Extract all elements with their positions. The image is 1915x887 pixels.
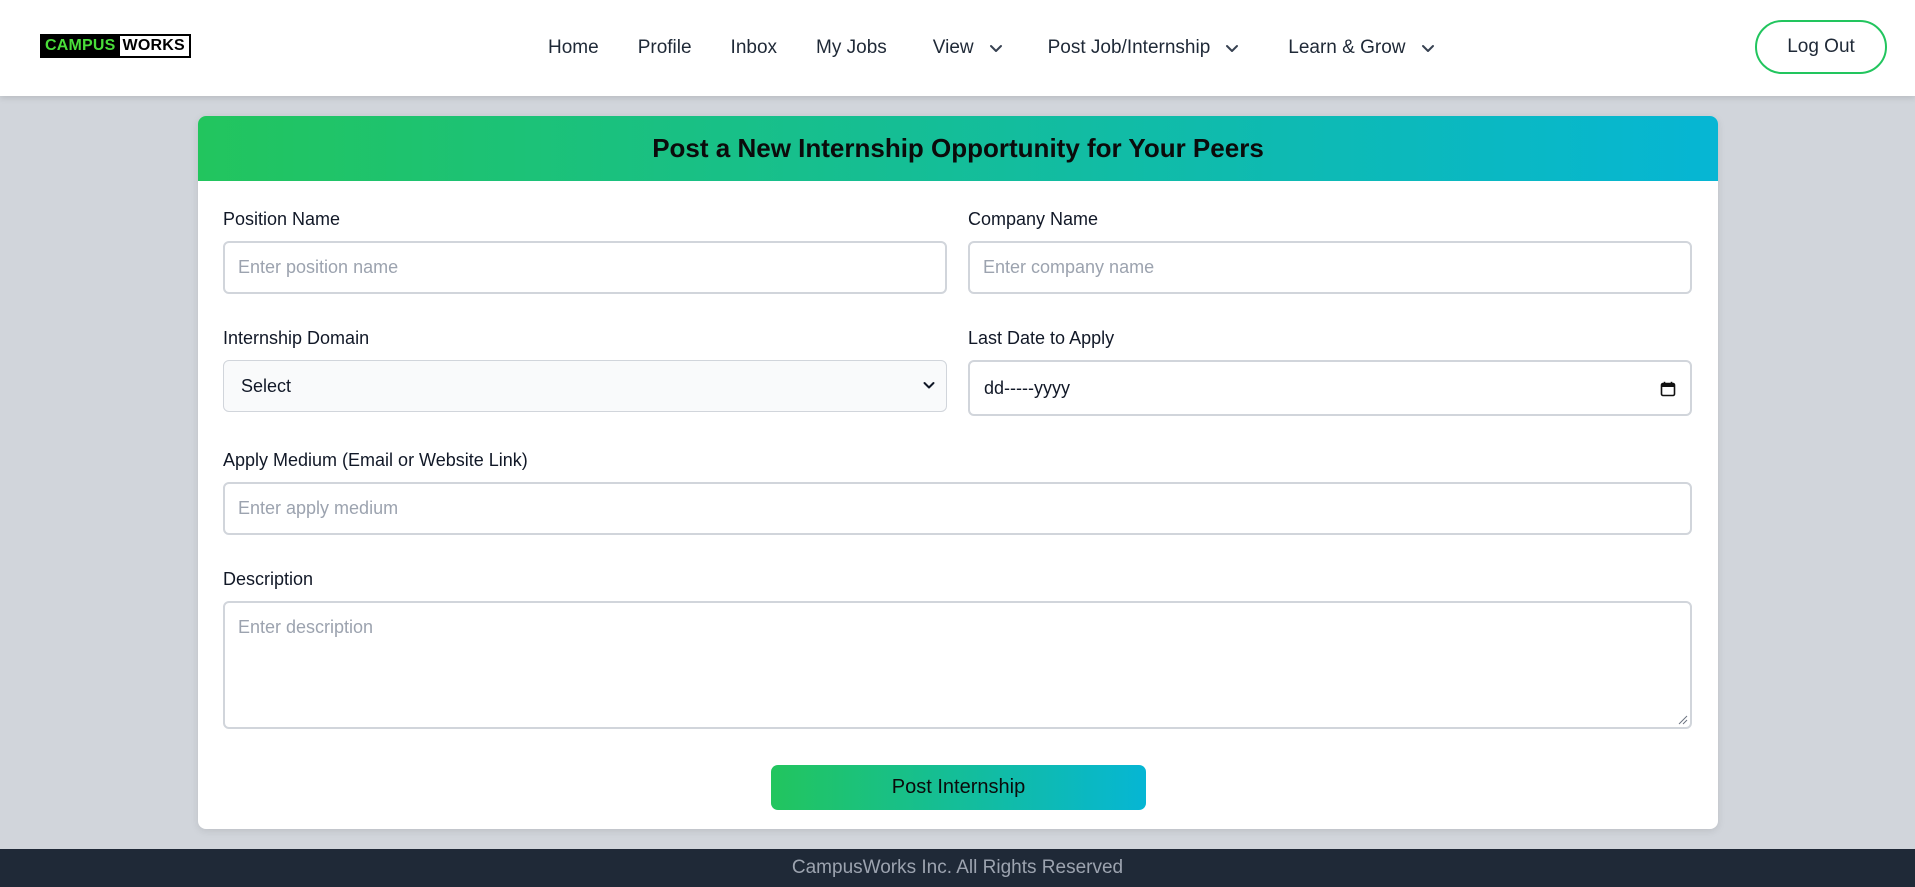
nav-view-dropdown[interactable]: View xyxy=(933,37,1004,59)
internship-domain-selected: Select xyxy=(241,375,292,396)
apply-medium-label: Apply Medium (Email or Website Link) xyxy=(223,450,528,470)
internship-domain-label: Internship Domain xyxy=(223,328,370,348)
form-title: Post a New Internship Opportunity for Yo… xyxy=(198,116,1718,181)
last-date-placeholder: dd-----yyyy xyxy=(984,377,1070,398)
chevron-down-icon xyxy=(989,45,1002,52)
nav-post-job-dropdown[interactable]: Post Job/Internship xyxy=(1048,37,1241,59)
last-date-label: Last Date to Apply xyxy=(968,328,1115,348)
page-footer: CampusWorks Inc. All Rights Reserved xyxy=(0,849,1915,887)
resize-handle-icon[interactable] xyxy=(1678,715,1688,725)
chevron-down-icon xyxy=(1226,45,1239,52)
nav-profile-link[interactable]: Profile xyxy=(638,37,692,59)
description-label: Description xyxy=(223,569,314,589)
logo-part-works: WORKS xyxy=(119,36,189,56)
apply-medium-input[interactable] xyxy=(223,482,1692,535)
nav-inbox-link[interactable]: Inbox xyxy=(731,37,777,59)
nav-learn-grow-dropdown[interactable]: Learn & Grow xyxy=(1288,37,1435,59)
position-name-label: Position Name xyxy=(223,209,341,229)
last-date-input[interactable]: dd-----yyyy xyxy=(968,360,1692,416)
company-name-input[interactable] xyxy=(968,241,1692,294)
nav-post-job-label: Post Job/Internship xyxy=(1047,37,1211,58)
nav-learn-grow-label: Learn & Grow xyxy=(1288,37,1406,58)
footer-copyright: CampusWorks Inc. All Rights Reserved xyxy=(791,857,1124,878)
company-name-label: Company Name xyxy=(968,209,1099,229)
post-internship-button[interactable]: Post Internship xyxy=(771,765,1146,810)
internship-domain-select[interactable]: Select xyxy=(223,360,947,412)
description-textarea[interactable] xyxy=(223,601,1692,729)
nav-my-jobs-link[interactable]: My Jobs xyxy=(816,37,887,59)
main-nav: Home Profile Inbox My Jobs View Post Job… xyxy=(548,30,1436,66)
logo-part-campus: CAMPUS xyxy=(42,36,120,56)
top-navbar: CAMPUS WORKS Home Profile Inbox My Jobs … xyxy=(0,0,1915,96)
nav-home-link[interactable]: Home xyxy=(548,37,599,59)
calendar-icon[interactable] xyxy=(1660,381,1676,397)
position-name-input[interactable] xyxy=(223,241,947,294)
campusworks-logo[interactable]: CAMPUS WORKS xyxy=(40,34,191,58)
logout-button[interactable]: Log Out xyxy=(1755,20,1887,74)
chevron-down-icon xyxy=(1421,45,1434,52)
chevron-down-icon xyxy=(923,382,935,389)
nav-view-label: View xyxy=(932,37,974,58)
post-internship-card: Post a New Internship Opportunity for Yo… xyxy=(198,116,1718,829)
